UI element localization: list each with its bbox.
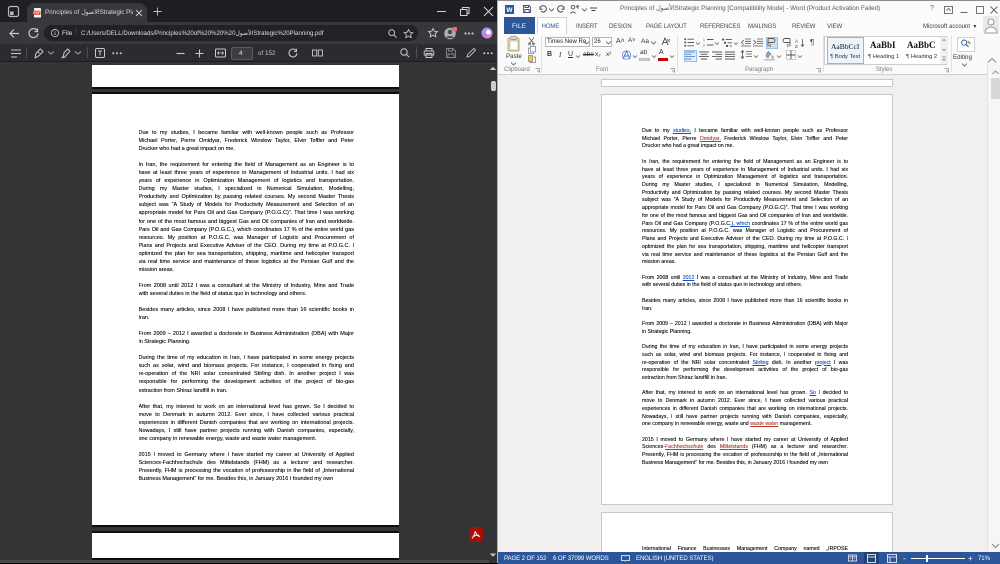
svg-text:A: A [795, 38, 798, 43]
svg-text:2: 2 [703, 44, 705, 48]
svg-text:Z: Z [795, 44, 798, 49]
svg-text:W: W [506, 7, 513, 14]
svg-text:1: 1 [703, 38, 705, 42]
svg-text:PDF: PDF [34, 11, 40, 15]
